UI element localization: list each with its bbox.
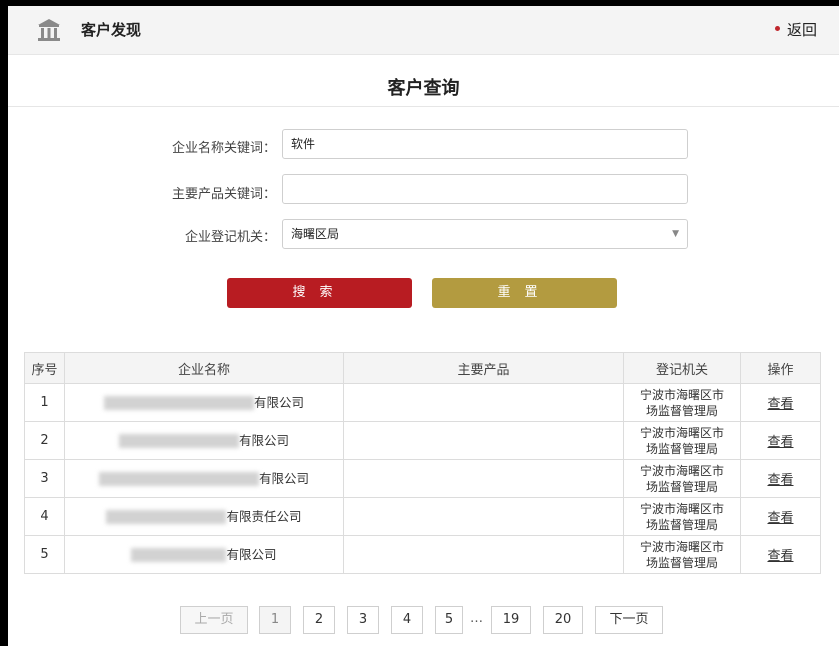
search-button[interactable]: 搜索 [227,278,412,308]
authority-line: 场监督管理局 [645,555,718,570]
view-link[interactable]: 查看 [767,397,793,412]
authority-line: 场监督管理局 [645,403,718,418]
authority-cell: 宁波市海曙区市 场监督管理局 [623,459,741,498]
redacted-block [131,548,227,562]
row-index: 1 [24,383,65,422]
product-keyword-label: 主要产品关键词： [171,187,276,202]
table-row: 4 有限责任公司 宁波市海曙区市 场监督管理局 查看 [24,497,821,536]
back-label: 返回 [786,21,817,39]
row-index: 3 [24,459,65,498]
column-header-action: 操作 [740,352,821,384]
action-cell: 查看 [740,497,821,536]
top-bar: 客户发现 返回 [8,6,839,55]
company-name-suffix: 有限公司 [258,470,309,486]
view-link[interactable]: 查看 [767,511,793,526]
back-link[interactable]: 返回 [774,19,817,40]
row-index: 4 [24,497,65,536]
table-row: 5 有限公司 宁波市海曙区市 场监督管理局 查看 [24,535,821,574]
authority-selected-value: 海曙区局 [291,227,340,241]
product-cell [343,421,624,460]
company-keyword-label: 企业名称关键词： [171,141,276,156]
redacted-block [98,472,259,486]
bullet-dot-icon [774,26,780,31]
authority-line: 场监督管理局 [645,441,718,456]
company-name-cell: 有限责任公司 [64,497,344,536]
product-cell [343,497,624,536]
table-row: 3 有限公司 宁波市海曙区市 场监督管理局 查看 [24,459,821,498]
redacted-block [103,396,254,410]
authority-line: 宁波市海曙区市 [639,425,724,440]
company-name-suffix: 有限公司 [238,432,289,448]
company-name-cell: 有限公司 [64,535,344,574]
company-name-cell: 有限公司 [64,459,344,498]
view-link[interactable]: 查看 [767,435,793,450]
table-header-row: 序号 企业名称 主要产品 登记机关 操作 [24,352,821,384]
view-link[interactable]: 查看 [767,473,793,488]
authority-cell: 宁波市海曙区市 场监督管理局 [623,421,741,460]
page-button-19[interactable]: 19 [491,606,531,634]
prev-page-button[interactable]: 上一页 [180,606,248,634]
product-cell [343,459,624,498]
pagination-ellipsis: … [470,611,483,626]
bank-building-icon [38,19,60,41]
company-name-suffix: 有限责任公司 [226,508,302,524]
next-page-button[interactable]: 下一页 [595,606,663,634]
authority-cell: 宁波市海曙区市 场监督管理局 [623,535,741,574]
page-button-2[interactable]: 2 [303,606,335,634]
page-button-5[interactable]: 5 [435,606,463,634]
column-header-company: 企业名称 [64,352,344,384]
company-name-suffix: 有限公司 [226,546,277,562]
page-button-4[interactable]: 4 [391,606,423,634]
redacted-block [106,510,227,524]
app-title: 客户发现 [81,21,142,39]
reset-button[interactable]: 重置 [432,278,617,308]
company-name-suffix: 有限公司 [253,394,304,410]
action-cell: 查看 [740,383,821,422]
company-name-cell: 有限公司 [64,383,344,422]
authority-cell: 宁波市海曙区市 场监督管理局 [623,383,741,422]
authority-line: 场监督管理局 [645,517,718,532]
authority-line: 宁波市海曙区市 [639,387,724,402]
page-button-3[interactable]: 3 [347,606,379,634]
page-button-20[interactable]: 20 [543,606,583,634]
view-link[interactable]: 查看 [767,549,793,564]
action-cell: 查看 [740,459,821,498]
authority-line: 宁波市海曙区市 [639,501,724,516]
app-window: 客户发现 返回 客户查询 企业名称关键词： 软件 主要产品关键词： 企业登记机关… [8,6,839,646]
company-name-cell: 有限公司 [64,421,344,460]
authority-select[interactable]: 海曙区局 ▼ [282,219,688,249]
page-title: 客户查询 [387,78,460,99]
table-row: 2 有限公司 宁波市海曙区市 场监督管理局 查看 [24,421,821,460]
column-header-index: 序号 [24,352,65,384]
page-button-1[interactable]: 1 [259,606,291,634]
column-header-product: 主要产品 [343,352,624,384]
product-cell [343,383,624,422]
authority-line: 宁波市海曙区市 [639,463,724,478]
action-cell: 查看 [740,421,821,460]
product-cell [343,535,624,574]
authority-label: 企业登记机关： [184,230,276,245]
divider [8,106,839,107]
column-header-authority: 登记机关 [623,352,741,384]
results-table: 序号 企业名称 主要产品 登记机关 操作 1 有限公司 宁波市海曙区市 场监督管理… [24,352,821,574]
action-cell: 查看 [740,535,821,574]
row-index: 2 [24,421,65,460]
row-index: 5 [24,535,65,574]
triangle-down-icon: ▼ [672,229,679,239]
pagination: 上一页 1 2 3 4 5 … 19 20 下一页 [8,606,839,636]
authority-line: 场监督管理局 [645,479,718,494]
product-keyword-input[interactable] [282,174,688,204]
table-row: 1 有限公司 宁波市海曙区市 场监督管理局 查看 [24,383,821,422]
redacted-block [118,434,239,448]
company-keyword-input[interactable]: 软件 [282,129,688,159]
authority-line: 宁波市海曙区市 [639,539,724,554]
authority-cell: 宁波市海曙区市 场监督管理局 [623,497,741,536]
